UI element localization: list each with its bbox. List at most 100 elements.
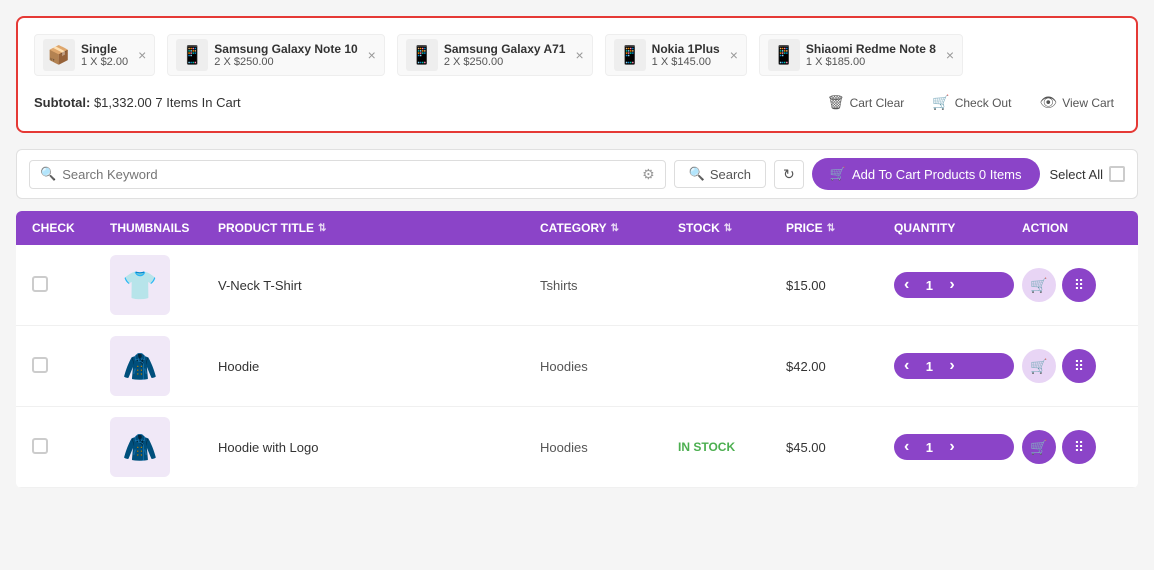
add-to-cart-row-2[interactable]: 🛒 — [1022, 430, 1056, 464]
row-quantity-cell-1: ‹ 1 › — [894, 353, 1014, 379]
row-action-cell-0: 🛒 ⠿ — [1022, 268, 1122, 302]
trash-icon: 🗑 — [827, 94, 845, 111]
options-button-1[interactable]: ⠿ — [1062, 349, 1096, 383]
cart-item-name: Single — [81, 42, 128, 56]
view-cart-button[interactable]: 👁 View Cart — [1033, 90, 1120, 115]
cart-icon: 🛒 — [830, 166, 846, 182]
row-price-2: $45.00 — [786, 440, 886, 455]
filter-icon[interactable]: ⚙ — [642, 166, 655, 183]
sort-category-icon[interactable]: ⇅ — [611, 223, 619, 234]
row-quantity-cell-0: ‹ 1 › — [894, 272, 1014, 298]
row-check-cell — [32, 276, 102, 295]
options-button-2[interactable]: ⠿ — [1062, 430, 1096, 464]
refresh-button[interactable]: ↻ — [774, 160, 804, 189]
items-in-cart: 7 Items In Cart — [155, 95, 240, 110]
row-thumb-cell: 🧥 — [110, 336, 210, 396]
options-button-0[interactable]: ⠿ — [1062, 268, 1096, 302]
quantity-control-1: ‹ 1 › — [894, 353, 1014, 379]
cart-item-remove-button[interactable]: × — [946, 47, 954, 63]
cart-item: 📱 Samsung Galaxy Note 10 2 X $250.00 × — [167, 34, 385, 76]
qty-decrease-2[interactable]: ‹ — [894, 434, 919, 460]
cart-item-remove-button[interactable]: × — [138, 47, 146, 63]
products-table: CHECK THUMBNAILS PRODUCT TITLE ⇅ CATEGOR… — [16, 211, 1138, 488]
row-thumb-cell: 👕 — [110, 255, 210, 315]
search-input[interactable] — [62, 167, 636, 182]
col-action: ACTION — [1022, 221, 1122, 235]
table-header: CHECK THUMBNAILS PRODUCT TITLE ⇅ CATEGOR… — [16, 211, 1138, 245]
cart-item-qty-price: 2 X $250.00 — [214, 56, 357, 68]
qty-decrease-1[interactable]: ‹ — [894, 353, 919, 379]
sort-stock-icon[interactable]: ⇅ — [724, 223, 732, 234]
row-checkbox-1[interactable] — [32, 357, 48, 373]
subtotal-value: $1,332.00 — [94, 95, 152, 110]
col-quantity: QUANTITY — [894, 221, 1014, 235]
col-stock: STOCK ⇅ — [678, 221, 778, 235]
add-to-cart-row-1[interactable]: 🛒 — [1022, 349, 1056, 383]
sort-price-icon[interactable]: ⇅ — [827, 223, 835, 234]
sort-product-icon[interactable]: ⇅ — [318, 223, 326, 234]
row-category-0: Tshirts — [540, 278, 670, 293]
cart-item-qty-price: 1 X $145.00 — [652, 56, 720, 68]
row-check-cell — [32, 438, 102, 457]
row-category-2: Hoodies — [540, 440, 670, 455]
table-body: 👕 V-Neck T-Shirt Tshirts $15.00 ‹ 1 › 🛒 … — [16, 245, 1138, 488]
cart-items-row: 📦 Single 1 X $2.00 × 📱 Samsung Galaxy No… — [34, 34, 1120, 76]
cart-item-icon: 📱 — [176, 39, 208, 71]
cart-item-info: Samsung Galaxy A71 2 X $250.00 — [444, 42, 566, 68]
cart-item-qty-price: 2 X $250.00 — [444, 56, 566, 68]
search-right: 🛒 Add To Cart Products 0 Items Select Al… — [812, 158, 1125, 190]
qty-increase-0[interactable]: › — [939, 272, 964, 298]
row-checkbox-0[interactable] — [32, 276, 48, 292]
cart-item: 📱 Samsung Galaxy A71 2 X $250.00 × — [397, 34, 593, 76]
cart-item-info: Nokia 1Plus 1 X $145.00 — [652, 42, 720, 68]
search-input-wrapper: 🔍 ⚙ — [29, 160, 666, 189]
checkout-button[interactable]: 🛒 Check Out — [926, 90, 1017, 115]
col-thumbnails-label: THUMBNAILS — [110, 221, 189, 235]
row-checkbox-2[interactable] — [32, 438, 48, 454]
table-row: 🧥 Hoodie with Logo Hoodies IN STOCK $45.… — [16, 407, 1138, 488]
quantity-control-2: ‹ 1 › — [894, 434, 1014, 460]
search-button[interactable]: 🔍 Search — [674, 160, 766, 188]
row-action-cell-2: 🛒 ⠿ — [1022, 430, 1122, 464]
cart-item-icon: 📦 — [43, 39, 75, 71]
search-btn-icon: 🔍 — [689, 166, 705, 182]
cart-actions: 🗑 Cart Clear 🛒 Check Out 👁 View Cart — [821, 90, 1120, 115]
col-product-title-label: PRODUCT TITLE — [218, 221, 314, 235]
add-to-cart-row-0[interactable]: 🛒 — [1022, 268, 1056, 302]
product-thumbnail-0: 👕 — [110, 255, 170, 315]
quantity-control-0: ‹ 1 › — [894, 272, 1014, 298]
col-price: PRICE ⇅ — [786, 221, 886, 235]
qty-increase-2[interactable]: › — [939, 434, 964, 460]
row-quantity-cell-2: ‹ 1 › — [894, 434, 1014, 460]
cart-item-remove-button[interactable]: × — [575, 47, 583, 63]
row-title-1: Hoodie — [218, 359, 532, 374]
cart-item-name: Nokia 1Plus — [652, 42, 720, 56]
col-stock-label: STOCK — [678, 221, 720, 235]
qty-value-2: 1 — [919, 436, 939, 459]
cart-item: 📦 Single 1 X $2.00 × — [34, 34, 155, 76]
row-thumb-cell: 🧥 — [110, 417, 210, 477]
cart-item: 📱 Shiaomi Redme Note 8 1 X $185.00 × — [759, 34, 963, 76]
cart-item-name: Samsung Galaxy Note 10 — [214, 42, 357, 56]
table-row: 👕 V-Neck T-Shirt Tshirts $15.00 ‹ 1 › 🛒 … — [16, 245, 1138, 326]
qty-value-1: 1 — [919, 355, 939, 378]
cart-item-name: Samsung Galaxy A71 — [444, 42, 566, 56]
col-category-label: CATEGORY — [540, 221, 607, 235]
cart-item-icon: 📱 — [406, 39, 438, 71]
add-to-cart-button[interactable]: 🛒 Add To Cart Products 0 Items — [812, 158, 1040, 190]
cart-item-qty-price: 1 X $2.00 — [81, 56, 128, 68]
cart-item-remove-button[interactable]: × — [730, 47, 738, 63]
qty-increase-1[interactable]: › — [939, 353, 964, 379]
cart-item-info: Samsung Galaxy Note 10 2 X $250.00 — [214, 42, 357, 68]
select-all-checkbox[interactable] — [1109, 166, 1125, 182]
cart-item-info: Shiaomi Redme Note 8 1 X $185.00 — [806, 42, 936, 68]
search-bar: 🔍 ⚙ 🔍 Search ↻ 🛒 Add To Cart Products 0 … — [16, 149, 1138, 199]
checkout-icon: 🛒 — [932, 94, 949, 111]
cart-footer: Subtotal: $1,332.00 7 Items In Cart 🗑 Ca… — [34, 90, 1120, 115]
col-check-label: CHECK — [32, 221, 75, 235]
qty-decrease-0[interactable]: ‹ — [894, 272, 919, 298]
search-left: 🔍 ⚙ 🔍 Search ↻ — [29, 160, 804, 189]
cart-clear-button[interactable]: 🗑 Cart Clear — [821, 90, 910, 115]
cart-item-name: Shiaomi Redme Note 8 — [806, 42, 936, 56]
cart-item-remove-button[interactable]: × — [368, 47, 376, 63]
